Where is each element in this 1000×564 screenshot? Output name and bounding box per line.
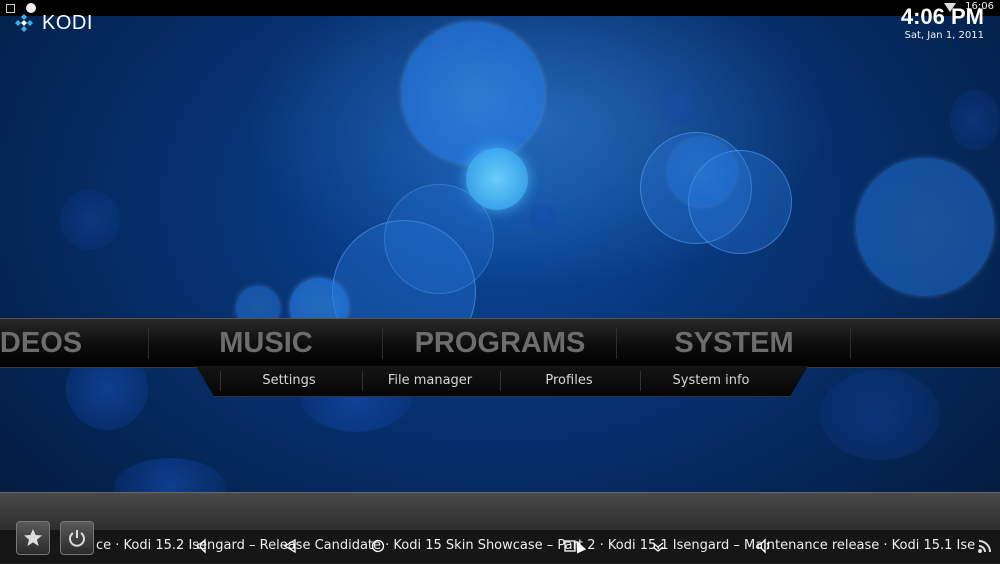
bokeh-bubble bbox=[402, 22, 544, 164]
clock-date: Sat, Jan 1, 2011 bbox=[904, 30, 984, 41]
bokeh-bubble bbox=[60, 190, 120, 250]
home-icon[interactable] bbox=[370, 538, 386, 558]
clock-time: 4:06 PM bbox=[900, 4, 984, 29]
back-icon[interactable] bbox=[282, 538, 298, 558]
menu-item-music[interactable]: MUSIC bbox=[150, 319, 382, 367]
submenu-item-file-manager[interactable]: File manager bbox=[362, 366, 498, 396]
star-icon bbox=[24, 529, 42, 546]
menu-separator bbox=[616, 327, 617, 359]
rss-ticker: ce · Kodi 15.2 Isengard – Release Candid… bbox=[96, 538, 976, 553]
system-submenu: Settings File manager Profiles System in… bbox=[196, 366, 808, 397]
menu-separator bbox=[382, 327, 383, 359]
menu-separator bbox=[148, 327, 149, 359]
menu-item-programs[interactable]: PROGRAMS bbox=[384, 319, 616, 367]
kodi-logo-icon bbox=[12, 11, 36, 35]
bokeh-bubble bbox=[530, 204, 556, 230]
bokeh-bubble bbox=[820, 370, 940, 460]
bokeh-bubble bbox=[384, 184, 494, 294]
submenu-item-profiles[interactable]: Profiles bbox=[500, 366, 638, 396]
volume-up-icon[interactable] bbox=[756, 538, 772, 558]
clock: 4:06 PM Sat, Jan 1, 2011 bbox=[901, 4, 984, 41]
main-menu: DEOS MUSIC PROGRAMS SYSTEM bbox=[0, 318, 1000, 368]
android-status-bar: 16:06 bbox=[0, 0, 1000, 16]
bokeh-bubble bbox=[668, 138, 736, 206]
volume-down-icon[interactable] bbox=[196, 538, 212, 558]
rss-icon bbox=[978, 539, 992, 553]
power-button[interactable] bbox=[60, 521, 94, 555]
power-icon bbox=[69, 530, 85, 547]
menu-icon[interactable] bbox=[650, 538, 666, 558]
kodi-logo-text: KODI bbox=[42, 11, 93, 34]
bokeh-bubble bbox=[856, 158, 994, 296]
kodi-logo: KODI bbox=[12, 11, 93, 35]
submenu-item-system-info[interactable]: System info bbox=[640, 366, 782, 396]
menu-item-videos[interactable]: DEOS bbox=[0, 319, 116, 367]
submenu-item-settings[interactable]: Settings bbox=[220, 366, 358, 396]
favourites-button[interactable] bbox=[16, 521, 50, 555]
bokeh-bubble bbox=[660, 84, 700, 124]
bokeh-bubble bbox=[950, 90, 1000, 150]
menu-separator bbox=[850, 327, 851, 359]
menu-item-system[interactable]: SYSTEM bbox=[618, 319, 850, 367]
